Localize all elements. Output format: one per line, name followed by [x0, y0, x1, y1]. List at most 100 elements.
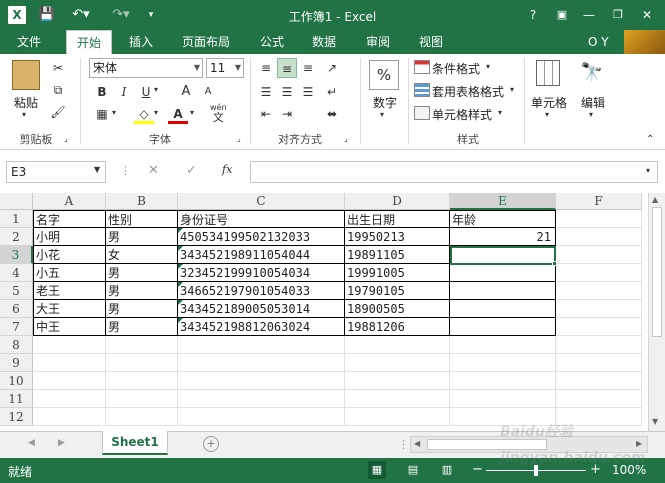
cell-c9[interactable]	[178, 354, 345, 372]
align-bottom-icon[interactable]: ≡	[298, 58, 318, 78]
tab-home[interactable]: 开始	[66, 30, 112, 55]
cell-styles-button[interactable]: 单元格样式	[432, 106, 492, 123]
cell-d8[interactable]	[345, 336, 450, 354]
cell-c4[interactable]: 323452199910054034	[178, 264, 345, 282]
row-header-8[interactable]: 8	[0, 336, 33, 354]
number-format-button[interactable]: 数字	[366, 94, 404, 111]
row-header-6[interactable]: 6	[0, 300, 33, 318]
collapse-ribbon-icon[interactable]: ⌃	[646, 134, 654, 145]
cell-c12[interactable]	[178, 408, 345, 426]
paste-button[interactable]: 粘贴	[8, 94, 44, 111]
cell-e11[interactable]	[450, 390, 556, 408]
cell-e5[interactable]	[450, 282, 556, 300]
cell-a11[interactable]	[33, 390, 106, 408]
cell-a2[interactable]: 小明	[33, 228, 106, 246]
close-button[interactable]: ✕	[636, 5, 658, 25]
cell-b9[interactable]	[106, 354, 178, 372]
editing-button[interactable]: 编辑	[576, 94, 610, 111]
horizontal-scrollbar[interactable]: ◀ ▶	[410, 436, 648, 453]
cell-a5[interactable]: 老王	[33, 282, 106, 300]
minimize-button[interactable]: —	[578, 5, 600, 25]
cell-a4[interactable]: 小五	[33, 264, 106, 282]
tab-review[interactable]: 审阅	[360, 30, 396, 54]
borders-dropdown-icon[interactable]: ▾	[112, 108, 116, 117]
fill-handle[interactable]	[552, 261, 557, 266]
cell-e1[interactable]: 年龄	[450, 210, 556, 228]
prev-sheet-icon[interactable]: ◀	[28, 438, 35, 448]
cell-f5[interactable]	[556, 282, 642, 300]
underline-dropdown-icon[interactable]: ▾	[154, 85, 158, 94]
cancel-icon[interactable]: ✕	[148, 163, 159, 178]
tab-formulas[interactable]: 公式	[254, 30, 290, 54]
cells-dropdown-icon[interactable]: ▾	[545, 110, 549, 119]
font-name-box[interactable]: 宋体 ▼	[89, 58, 203, 78]
add-sheet-icon[interactable]: +	[203, 436, 219, 452]
scroll-right-icon[interactable]: ▶	[636, 439, 642, 448]
orientation-icon[interactable]: ↗	[322, 58, 342, 78]
cell-c11[interactable]	[178, 390, 345, 408]
chevron-down-icon[interactable]: ▾	[498, 108, 502, 117]
cell-e6[interactable]	[450, 300, 556, 318]
cell-d11[interactable]	[345, 390, 450, 408]
conditional-format-button[interactable]: 条件格式	[432, 60, 480, 77]
page-layout-view-icon[interactable]: ▤	[404, 461, 422, 479]
cell-f9[interactable]	[556, 354, 642, 372]
column-header-f[interactable]: F	[556, 193, 642, 210]
formula-input[interactable]	[250, 161, 658, 183]
phonetic-guide-icon[interactable]: wén 文	[210, 103, 227, 124]
cell-c7[interactable]: 343452198812063024	[178, 318, 345, 336]
tab-page-layout[interactable]: 页面布局	[176, 30, 236, 54]
cell-c5[interactable]: 346652197901054033	[178, 282, 345, 300]
alignment-launcher-icon[interactable]: ⌟	[344, 134, 348, 143]
cell-b4[interactable]: 男	[106, 264, 178, 282]
enter-icon[interactable]: ✓	[186, 163, 197, 178]
cell-e4[interactable]	[450, 264, 556, 282]
cell-e9[interactable]	[450, 354, 556, 372]
column-header-a[interactable]: A	[33, 193, 106, 210]
cell-e8[interactable]	[450, 336, 556, 354]
cell-c8[interactable]	[178, 336, 345, 354]
row-header-3[interactable]: 3	[0, 246, 33, 264]
ribbon-display-icon[interactable]: ▣	[551, 5, 573, 25]
row-header-7[interactable]: 7	[0, 318, 33, 336]
scroll-left-icon[interactable]: ◀	[414, 439, 420, 448]
align-left-icon[interactable]: ☰	[256, 82, 276, 102]
name-box-dropdown-icon[interactable]: ▼	[94, 165, 100, 174]
cell-c10[interactable]	[178, 372, 345, 390]
tab-view[interactable]: 视图	[413, 30, 449, 54]
cell-b7[interactable]: 男	[106, 318, 178, 336]
cell-d5[interactable]: 19790105	[345, 282, 450, 300]
row-header-2[interactable]: 2	[0, 228, 33, 246]
zoom-in-icon[interactable]: +	[590, 462, 601, 477]
clipboard-launcher-icon[interactable]: ⌟	[64, 134, 68, 143]
zoom-out-icon[interactable]: −	[472, 462, 483, 477]
cells-icon[interactable]	[536, 60, 560, 86]
cell-f1[interactable]	[556, 210, 642, 228]
cell-e7[interactable]	[450, 318, 556, 336]
cut-icon[interactable]: ✂	[48, 58, 68, 78]
cell-b3[interactable]: 女	[106, 246, 178, 264]
cell-d10[interactable]	[345, 372, 450, 390]
scroll-up-icon[interactable]: ▲	[652, 195, 658, 204]
user-name[interactable]: O Y	[582, 30, 615, 54]
tab-data[interactable]: 数据	[306, 30, 342, 54]
cell-a7[interactable]: 中王	[33, 318, 106, 336]
fill-color-dropdown-icon[interactable]: ▾	[154, 108, 158, 117]
cell-f10[interactable]	[556, 372, 642, 390]
zoom-slider-thumb[interactable]	[534, 465, 538, 476]
cell-a3[interactable]: 小花	[33, 246, 106, 264]
restore-button[interactable]: ❐	[607, 5, 629, 25]
row-header-12[interactable]: 12	[0, 408, 33, 426]
cell-a10[interactable]	[33, 372, 106, 390]
cell-b8[interactable]	[106, 336, 178, 354]
page-break-view-icon[interactable]: ▥	[438, 461, 456, 479]
editing-dropdown-icon[interactable]: ▾	[589, 110, 593, 119]
cell-f8[interactable]	[556, 336, 642, 354]
cell-f12[interactable]	[556, 408, 642, 426]
cell-a12[interactable]	[33, 408, 106, 426]
cell-f7[interactable]	[556, 318, 642, 336]
wrap-text-icon[interactable]: ↵	[322, 82, 342, 102]
increase-font-button[interactable]: A	[176, 82, 196, 102]
horizontal-scroll-thumb[interactable]	[427, 439, 547, 450]
merge-center-icon[interactable]: ⬌	[322, 104, 342, 124]
